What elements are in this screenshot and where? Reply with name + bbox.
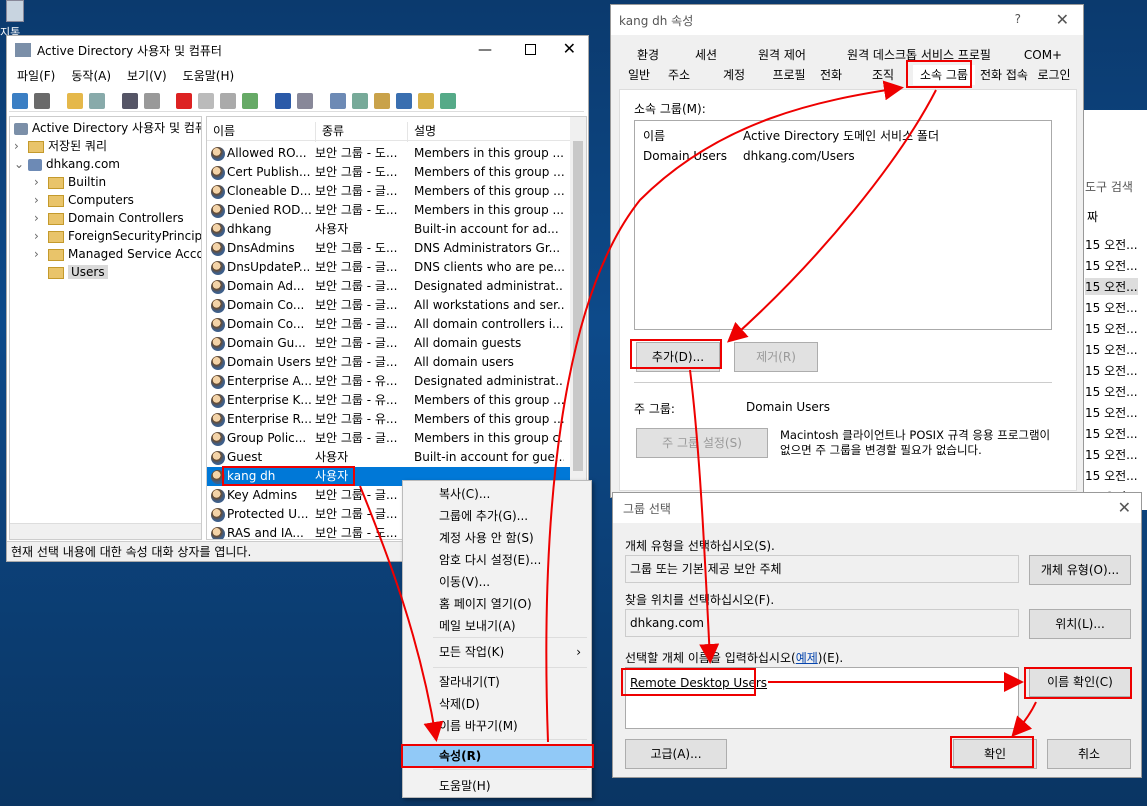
arrow-to-properties [359, 485, 444, 742]
annotation-arrows [359, 80, 1037, 743]
arrow-to-name [689, 369, 720, 664]
arrow-to-ok [1011, 701, 1037, 737]
arrow-to-member-tab [545, 80, 904, 743]
arrow-to-add [727, 89, 937, 343]
